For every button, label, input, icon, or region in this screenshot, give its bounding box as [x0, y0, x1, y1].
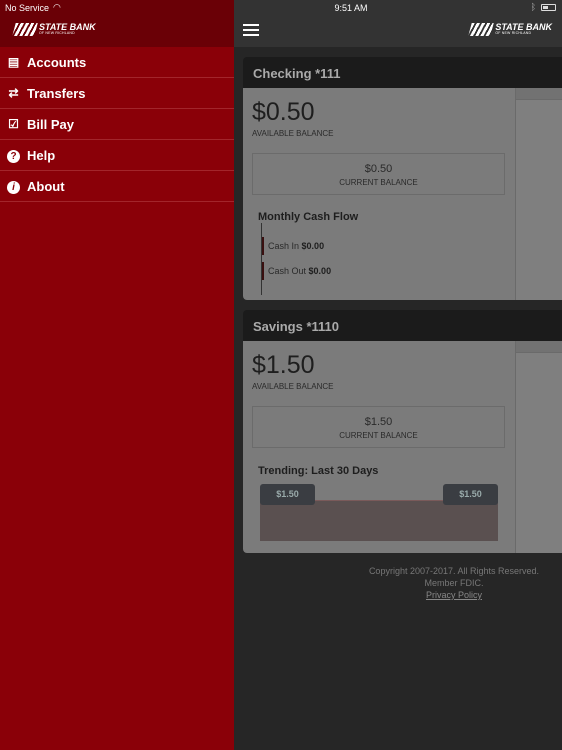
wifi-icon: ◠	[53, 2, 61, 12]
account-card-checking[interactable]: Checking *111 $0.50 AVAILABLE BALANCE $0…	[243, 57, 562, 300]
trend-end-label: $1.50	[443, 484, 498, 505]
cash-out: Cash Out $0.00	[262, 262, 331, 280]
footer: Copyright 2007-2017. All Rights Reserved…	[354, 565, 554, 601]
sidebar-item-help[interactable]: ? Help	[0, 140, 234, 171]
top-bar: 9:51 AM ᛒ STATE BANK OF NEW RICHLAND	[234, 0, 562, 47]
sidebar-item-label: Help	[27, 147, 56, 163]
privacy-policy-link[interactable]: Privacy Policy	[426, 590, 482, 600]
divider	[261, 223, 262, 295]
side-menu: No Service ◠ STATE BANK OF NEW RICHLAND ▤…	[0, 0, 234, 750]
calendar-check-icon: ☑	[8, 117, 19, 131]
section-title: Trending: Last 30 Days	[258, 465, 379, 477]
battery-icon	[541, 4, 556, 11]
trend-area	[260, 500, 498, 541]
current-balance-box: $0.50 CURRENT BALANCE	[252, 153, 505, 195]
bluetooth-icon: ᛒ	[530, 2, 536, 12]
account-detail-panel	[515, 341, 562, 553]
section-title: Monthly Cash Flow	[258, 211, 359, 223]
trend-start-label: $1.50	[260, 484, 315, 505]
account-name[interactable]: Savings *1110	[243, 310, 562, 341]
sidebar-item-bill-pay[interactable]: ☑ Bill Pay	[0, 109, 234, 140]
cash-in: Cash In $0.00	[262, 237, 324, 255]
sidebar-item-transfers[interactable]: ⇄ Transfers	[0, 78, 234, 109]
help-icon: ?	[6, 148, 21, 163]
available-balance: $1.50	[252, 351, 315, 379]
available-balance-label: AVAILABLE BALANCE	[252, 382, 334, 391]
account-detail-panel	[515, 88, 562, 300]
menu-icon[interactable]	[243, 24, 259, 36]
main-content[interactable]: 9:51 AM ᛒ STATE BANK OF NEW RICHLAND Chec…	[234, 0, 562, 750]
transfers-icon: ⇄	[8, 86, 19, 100]
bank-logo: STATE BANK OF NEW RICHLAND	[468, 23, 552, 36]
sidebar-item-label: About	[27, 178, 65, 194]
carrier-status: No Service	[5, 3, 50, 13]
available-balance-label: AVAILABLE BALANCE	[252, 129, 334, 138]
sidebar-item-about[interactable]: i About	[0, 171, 234, 202]
sidebar-item-accounts[interactable]: ▤ Accounts	[0, 47, 234, 78]
clock: 9:51 AM	[334, 3, 368, 13]
sidebar-item-label: Bill Pay	[27, 116, 74, 132]
copyright: Copyright 2007-2017. All Rights Reserved…	[368, 566, 540, 576]
sidebar-item-label: Accounts	[27, 54, 87, 70]
available-balance: $0.50	[252, 98, 315, 126]
member-fdic: Member FDIC.	[424, 578, 484, 588]
bank-logo: STATE BANK OF NEW RICHLAND	[12, 23, 96, 36]
sidebar-item-label: Transfers	[27, 85, 86, 101]
current-balance-box: $1.50 CURRENT BALANCE	[252, 406, 505, 448]
accounts-icon: ▤	[7, 55, 20, 69]
info-icon: i	[6, 179, 21, 194]
account-card-savings[interactable]: Savings *1110 $1.50 AVAILABLE BALANCE $1…	[243, 310, 562, 553]
account-name[interactable]: Checking *111	[243, 57, 562, 88]
